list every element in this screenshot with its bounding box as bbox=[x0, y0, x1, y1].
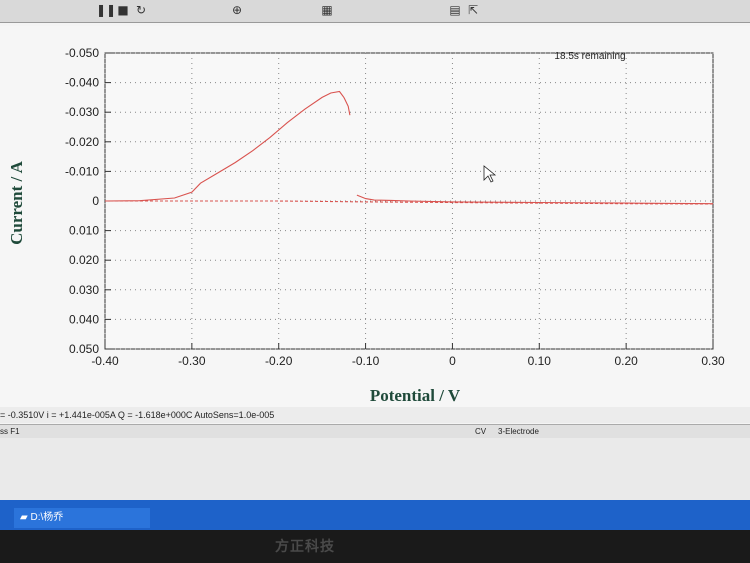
x-tick-label: -0.40 bbox=[91, 354, 119, 368]
taskbar-item-label: D:\杨乔 bbox=[30, 512, 64, 523]
y-tick-label: 0.050 bbox=[69, 342, 99, 356]
y-tick-label: 0 bbox=[92, 194, 99, 208]
technique-label: CV bbox=[475, 427, 487, 436]
table-icon[interactable]: ▤ bbox=[448, 3, 462, 17]
y-tick-label: -0.010 bbox=[65, 164, 99, 178]
x-tick-label: -0.20 bbox=[265, 354, 293, 368]
y-tick-label: -0.040 bbox=[65, 76, 99, 90]
y-tick-label: 0.010 bbox=[69, 224, 99, 238]
monitor-brand: 方正科技 bbox=[275, 538, 335, 554]
y-tick-label: -0.050 bbox=[65, 46, 99, 60]
y-tick-label: 0.030 bbox=[69, 283, 99, 297]
y-tick-label: -0.020 bbox=[65, 135, 99, 149]
x-tick-label: -0.10 bbox=[352, 354, 380, 368]
x-tick-label: 0.10 bbox=[528, 354, 552, 368]
x-axis-title: Potential / V bbox=[370, 386, 461, 405]
pause-icon[interactable]: ❚❚ bbox=[96, 3, 116, 17]
x-tick-label: 0.20 bbox=[614, 354, 638, 368]
desktop-area bbox=[0, 438, 750, 500]
y-tick-label: 0.020 bbox=[69, 253, 99, 267]
status-bar: ss F1 CV 3-Electrode bbox=[0, 424, 750, 439]
y-tick-label: 0.040 bbox=[69, 312, 99, 326]
help-cursor-icon[interactable]: ⇱ bbox=[466, 3, 480, 17]
y-axis-title: Current / A bbox=[7, 160, 26, 244]
plot-frame: -0.40 -0.30 -0.20 -0.10 0 0.10 0.20 0.30 -0.050 -… bbox=[0, 26, 750, 411]
x-tick-label: -0.30 bbox=[178, 354, 206, 368]
zoom-icon[interactable]: ⊕ bbox=[230, 3, 244, 17]
redo-icon[interactable]: ↻ bbox=[134, 3, 148, 17]
x-tick-label: 0 bbox=[449, 354, 456, 368]
stop-icon[interactable]: ■ bbox=[116, 3, 130, 17]
grid-icon[interactable]: ▦ bbox=[320, 3, 334, 17]
y-tick-label: -0.030 bbox=[65, 105, 99, 119]
electrode-label: 3-Electrode bbox=[498, 427, 539, 436]
monitor-bezel bbox=[0, 530, 750, 563]
status-left: ss F1 bbox=[0, 427, 20, 436]
taskbar-item-folder[interactable]: ▰ D:\杨乔 bbox=[14, 508, 150, 528]
status-line: = -0.3510V i = +1.441e-005A Q = -1.618e+… bbox=[0, 407, 750, 423]
cv-chart: -0.40 -0.30 -0.20 -0.10 0 0.10 0.20 0.30 -0.050 -… bbox=[7, 46, 725, 405]
folder-icon: ▰ bbox=[20, 512, 31, 523]
taskbar: ▰ D:\杨乔 bbox=[0, 500, 750, 530]
x-tick-label: 0.30 bbox=[701, 354, 725, 368]
toolbar: ❚❚ ■ ↻ ⊕ ▦ ▤ ⇱ bbox=[0, 0, 750, 23]
remaining-label: 18.5s remaining bbox=[554, 51, 625, 62]
application-window: ❚❚ ■ ↻ ⊕ ▦ ▤ ⇱ ‹ › -0.40-0.30-0.20-0.100… bbox=[0, 0, 750, 500]
